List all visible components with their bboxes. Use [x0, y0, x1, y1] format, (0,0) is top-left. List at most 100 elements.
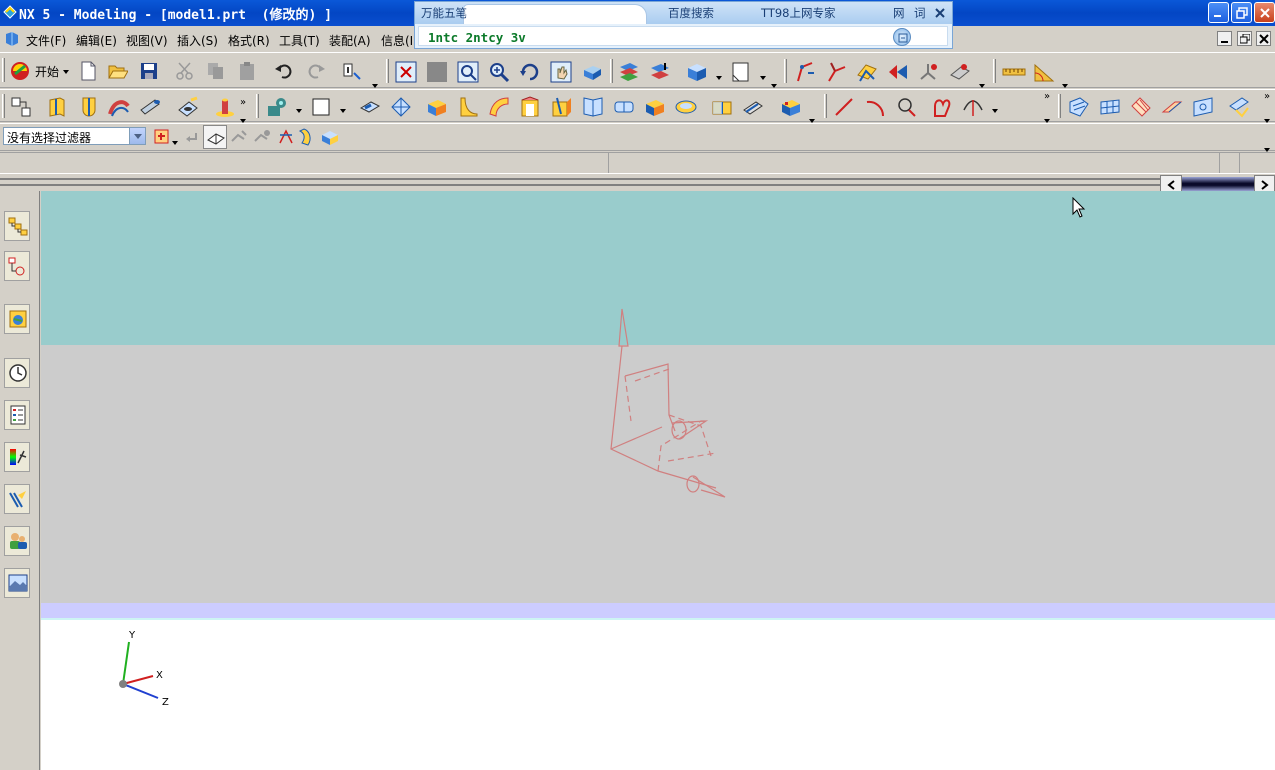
render-style-button[interactable]: [684, 59, 708, 83]
select-bodies-button[interactable]: [318, 125, 342, 149]
trim-body-button[interactable]: [709, 94, 733, 118]
doc-restore-button[interactable]: [1237, 31, 1252, 46]
groove-button[interactable]: [388, 94, 412, 118]
toolbar-grip[interactable]: [256, 94, 259, 118]
bounded-plane-button[interactable]: [1226, 94, 1250, 118]
undo-button[interactable]: [272, 59, 296, 83]
ime-tab-web[interactable]: 网: [893, 5, 905, 21]
cylinder-button[interactable]: [673, 94, 697, 118]
layer-settings-button[interactable]: [616, 59, 640, 83]
arc-button[interactable]: [862, 94, 886, 118]
shell-button[interactable]: [517, 94, 541, 118]
block-button[interactable]: [642, 94, 666, 118]
system-visualization-tab[interactable]: [4, 442, 30, 472]
ime-go-button[interactable]: [893, 28, 911, 46]
datum-plane-button[interactable]: [854, 59, 878, 83]
ime-tab-wubi[interactable]: 万能五笔: [421, 5, 467, 21]
boss-button[interactable]: [211, 94, 235, 118]
point-button[interactable]: [792, 59, 816, 83]
measure-angle-button[interactable]: [1031, 59, 1055, 83]
zoom-window-button[interactable]: [424, 59, 448, 83]
pocket-button[interactable]: [264, 94, 288, 118]
web-browser-tab[interactable]: [4, 304, 30, 334]
toolbar-overflow[interactable]: »: [240, 97, 246, 108]
menu-format[interactable]: 格式(R): [228, 32, 270, 49]
menu-edit[interactable]: 编辑(E): [76, 32, 117, 49]
minimize-button[interactable]: [1208, 2, 1229, 23]
ime-tab-tt98[interactable]: TT98上网专家: [761, 5, 835, 21]
toolbar-overflow[interactable]: »: [1264, 91, 1270, 102]
menu-assembly[interactable]: 装配(A): [329, 32, 371, 49]
close-button[interactable]: [1254, 2, 1275, 23]
offset-face-button[interactable]: [580, 94, 604, 118]
toolbar-grip[interactable]: [784, 59, 787, 83]
measure-distance-button[interactable]: [1000, 59, 1026, 83]
toolbar-grip[interactable]: [2, 58, 5, 82]
offset-surface-button[interactable]: [1190, 94, 1214, 118]
render-style-dropdown[interactable]: [716, 69, 722, 83]
datum-axis-button[interactable]: [823, 59, 847, 83]
orient-view-dropdown[interactable]: [760, 69, 766, 83]
slot-button[interactable]: [357, 94, 381, 118]
part-navigator-tab[interactable]: [4, 251, 30, 281]
toolbar-grip[interactable]: [993, 59, 996, 83]
hole-button[interactable]: [175, 94, 199, 118]
toolbar-grip[interactable]: [1058, 94, 1061, 118]
shaded-button[interactable]: [579, 59, 603, 83]
pattern-button[interactable]: [778, 94, 802, 118]
menu-tools[interactable]: 工具(T): [279, 32, 320, 49]
scale-body-button[interactable]: [611, 94, 635, 118]
line-button[interactable]: [831, 94, 855, 118]
orient-view-button[interactable]: [728, 59, 752, 83]
hd3d-tools-tab[interactable]: [4, 484, 30, 514]
system-scenes-tab[interactable]: [4, 568, 30, 598]
pocket-dropdown[interactable]: [296, 102, 302, 116]
plane-button[interactable]: [885, 59, 909, 83]
copy-button[interactable]: [204, 59, 228, 83]
nx-app-icon[interactable]: [3, 5, 17, 19]
restore-button[interactable]: [1231, 2, 1252, 23]
menu-view[interactable]: 视图(V): [126, 32, 168, 49]
chamfer-button[interactable]: [455, 94, 479, 118]
toolbar-grip[interactable]: [2, 94, 5, 118]
general-selection-filter-button[interactable]: [150, 125, 174, 149]
pad-button[interactable]: [308, 94, 332, 118]
draft-button[interactable]: [549, 94, 573, 118]
select-features-button[interactable]: [203, 125, 227, 149]
toolbar-grip[interactable]: [610, 59, 613, 83]
curve-dropdown[interactable]: [992, 102, 998, 116]
graphics-window[interactable]: Y X Z: [41, 191, 1275, 770]
open-file-button[interactable]: [106, 59, 130, 83]
ime-close-icon[interactable]: [934, 7, 946, 19]
pan-button[interactable]: [548, 59, 572, 83]
select-faces-button[interactable]: [296, 125, 320, 149]
menu-file[interactable]: 文件(F): [26, 32, 66, 49]
save-button[interactable]: [137, 59, 161, 83]
zoom-button[interactable]: [455, 59, 479, 83]
roles-tab[interactable]: [4, 526, 30, 556]
new-file-button[interactable]: [76, 59, 100, 83]
studio-spline-button[interactable]: [929, 94, 953, 118]
extension-button[interactable]: [1159, 94, 1183, 118]
ime-tab-word[interactable]: 词: [914, 5, 926, 21]
reset-filter-button[interactable]: [180, 125, 204, 149]
type-filter-select[interactable]: 没有选择过滤器: [3, 127, 146, 145]
ime-candidate-box[interactable]: 1ntc 2ntcy 3v: [418, 26, 948, 46]
toolbar-grip[interactable]: [386, 59, 389, 83]
type-filter-dropdown[interactable]: [129, 128, 145, 144]
csys-button[interactable]: [916, 59, 940, 83]
extrude-button[interactable]: [44, 94, 68, 118]
viewport-canvas[interactable]: [41, 191, 1275, 770]
revolve-button[interactable]: [75, 94, 99, 118]
history-tab[interactable]: [4, 358, 30, 388]
rotate-button[interactable]: [517, 59, 541, 83]
fit-button[interactable]: [393, 59, 417, 83]
select-curves-button[interactable]: [251, 125, 275, 149]
sketch-button[interactable]: [8, 94, 32, 118]
menu-information[interactable]: 信息(I): [381, 32, 418, 49]
edge-blend-button[interactable]: [424, 94, 448, 118]
horizontal-scrollbar[interactable]: [1182, 177, 1254, 191]
information-button[interactable]: [340, 59, 364, 83]
selection-filter-dropdown[interactable]: [172, 134, 178, 148]
tube-button[interactable]: [137, 94, 161, 118]
